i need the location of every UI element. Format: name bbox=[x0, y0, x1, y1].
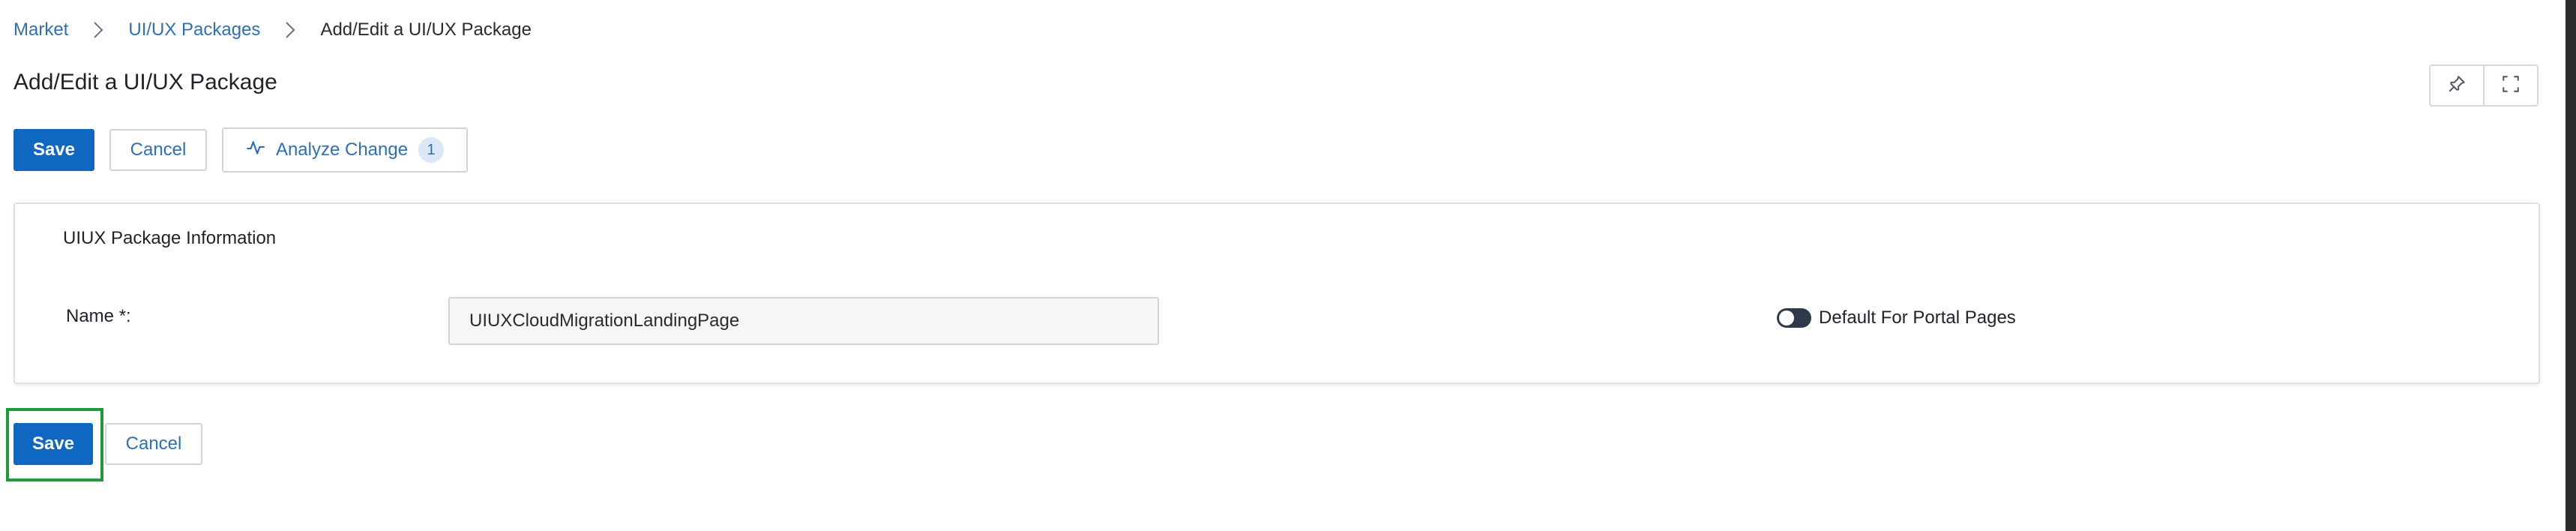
name-input[interactable] bbox=[448, 297, 1159, 345]
chevron-right-icon bbox=[277, 21, 304, 39]
breadcrumb-current: Add/Edit a UI/UX Package bbox=[320, 20, 532, 40]
fullscreen-button[interactable] bbox=[2483, 66, 2537, 105]
view-controls bbox=[2429, 64, 2539, 106]
page-title: Add/Edit a UI/UX Package bbox=[13, 70, 277, 94]
uiux-package-info-panel: UIUX Package Information Name *: Default… bbox=[13, 202, 2540, 384]
default-portal-toggle-group: Default For Portal Pages bbox=[1777, 308, 2016, 328]
default-for-portal-pages-label: Default For Portal Pages bbox=[1819, 308, 2016, 328]
default-for-portal-pages-toggle[interactable] bbox=[1777, 308, 1811, 328]
breadcrumb-uiux-packages[interactable]: UI/UX Packages bbox=[128, 20, 260, 40]
name-label: Name *: bbox=[66, 306, 131, 326]
breadcrumb: Market UI/UX Packages Add/Edit a UI/UX P… bbox=[13, 16, 532, 44]
change-count-badge: 1 bbox=[418, 137, 445, 163]
activity-icon bbox=[246, 138, 265, 163]
pin-button[interactable] bbox=[2431, 66, 2483, 105]
footer-cancel-button[interactable]: Cancel bbox=[105, 423, 202, 465]
fullscreen-icon bbox=[2501, 74, 2521, 98]
footer-save-button[interactable]: Save bbox=[13, 423, 93, 465]
toggle-knob bbox=[1779, 310, 1794, 326]
breadcrumb-market[interactable]: Market bbox=[13, 20, 68, 40]
panel-title: UIUX Package Information bbox=[63, 228, 277, 248]
analyze-change-button[interactable]: Analyze Change 1 bbox=[222, 128, 468, 172]
analyze-change-label: Analyze Change bbox=[275, 140, 409, 160]
pin-icon bbox=[2447, 74, 2467, 98]
window-edge bbox=[2566, 0, 2576, 531]
save-button[interactable]: Save bbox=[13, 129, 94, 171]
cancel-button[interactable]: Cancel bbox=[109, 129, 207, 171]
chevron-right-icon bbox=[85, 21, 112, 39]
